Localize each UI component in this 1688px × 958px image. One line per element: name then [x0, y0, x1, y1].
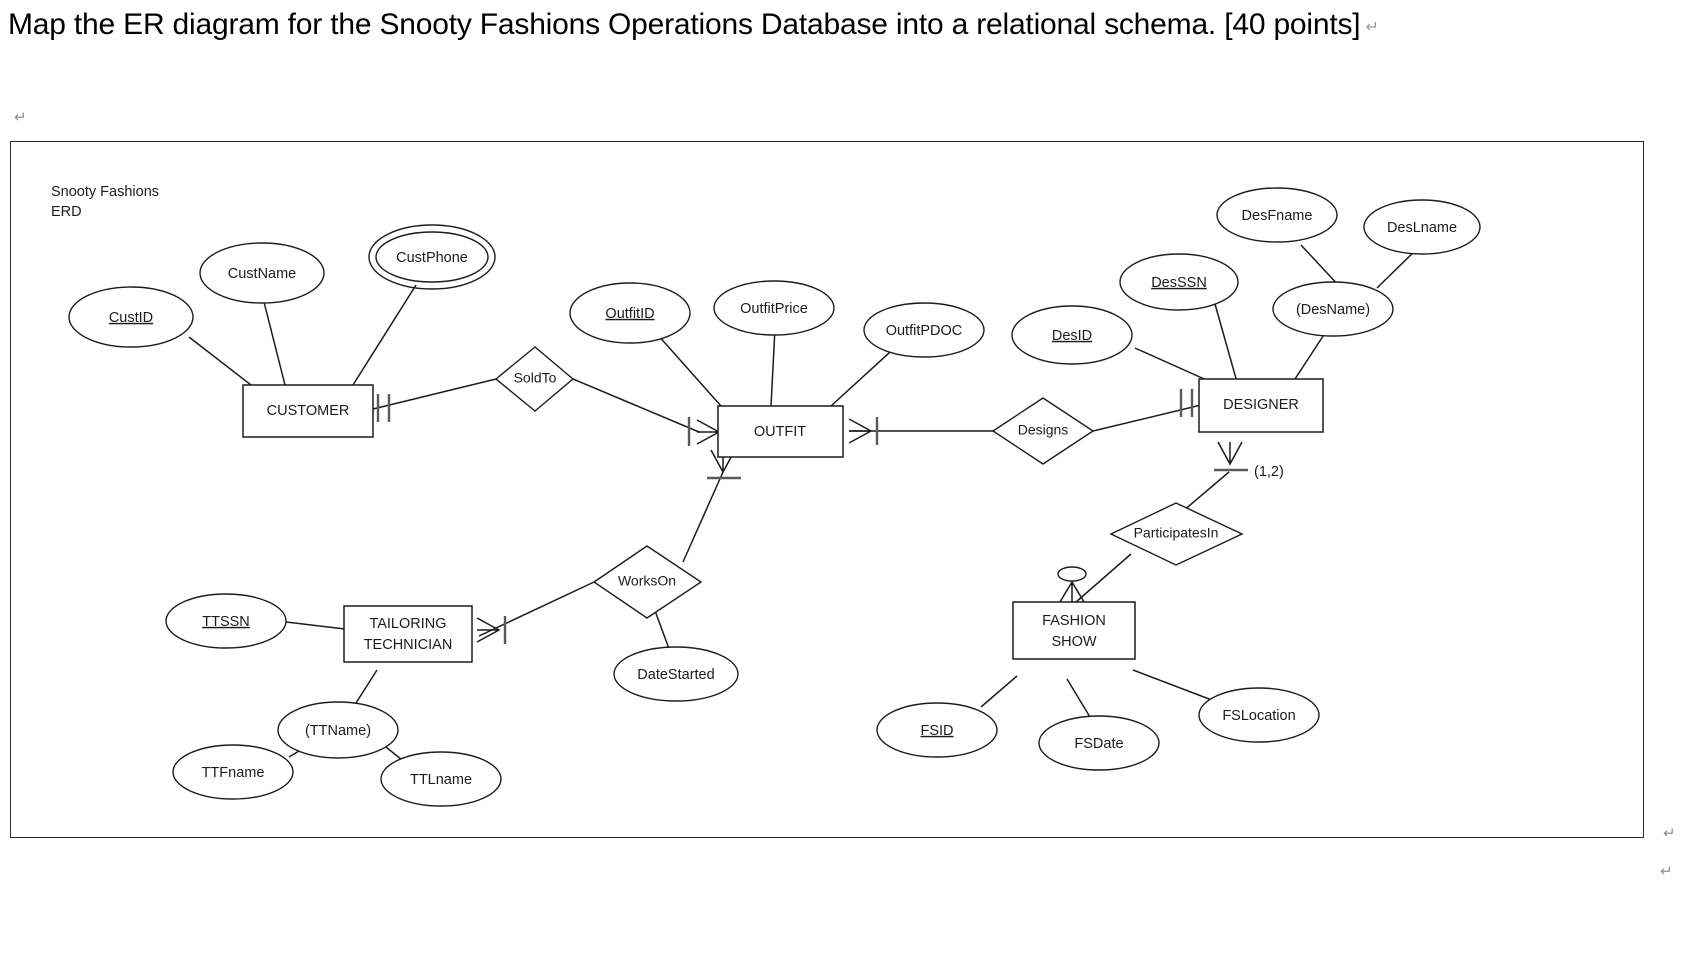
attribute-ttlname-label: TTLname [410, 772, 472, 788]
attribute-ttfname[interactable]: TTFname [172, 744, 294, 800]
entity-outfit[interactable]: OUTFIT [717, 405, 844, 458]
attribute-desssn[interactable]: DesSSN [1119, 253, 1239, 311]
relationship-participatesin-label: ParticipatesIn [1134, 525, 1219, 541]
attribute-outfitpdoc[interactable]: OutfitPDOC [863, 302, 985, 358]
entity-tailoring-technician-label-line2: TECHNICIAN [364, 637, 453, 653]
attribute-ttname-composite[interactable]: (TTName) [277, 701, 399, 759]
entity-fashion-show-label-line2: SHOW [1051, 634, 1096, 650]
entity-customer[interactable]: CUSTOMER [242, 384, 374, 438]
attribute-outfitid[interactable]: OutfitID [569, 282, 691, 344]
attribute-fslocation-label: FSLocation [1222, 708, 1295, 724]
attribute-fsdate-label: FSDate [1074, 736, 1123, 752]
relationship-soldto[interactable]: SoldTo [494, 346, 575, 412]
erd-title-line1: Snooty Fashions [51, 184, 159, 200]
relationship-workson-label: WorksOn [618, 573, 676, 589]
attribute-datestarted[interactable]: DateStarted [613, 646, 739, 702]
pilcrow-mark-frame-right: ↵ [1663, 825, 1676, 842]
attribute-fslocation[interactable]: FSLocation [1198, 687, 1320, 743]
attribute-desid-label: DesID [1052, 328, 1092, 344]
attribute-custid-label: CustID [109, 310, 153, 326]
attribute-desname-composite[interactable]: (DesName) [1272, 281, 1394, 337]
attribute-ttfname-label: TTFname [202, 765, 265, 781]
attribute-custphone-multivalued[interactable]: CustPhone [368, 224, 496, 290]
cardinality-label-1-2: (1,2) [1254, 464, 1284, 480]
cardinality-tailoringtech-workson [476, 616, 507, 644]
entity-designer[interactable]: DESIGNER [1198, 378, 1324, 433]
attribute-desfname[interactable]: DesFname [1216, 187, 1338, 243]
relationship-participatesin[interactable]: ParticipatesIn [1109, 502, 1244, 566]
entity-customer-label: CUSTOMER [267, 403, 350, 419]
attribute-desssn-label: DesSSN [1151, 275, 1207, 291]
attribute-custid[interactable]: CustID [68, 286, 194, 348]
pilcrow-mark-blank-line: ↵ [14, 109, 27, 126]
attribute-outfitid-label: OutfitID [605, 306, 654, 322]
attribute-custname-label: CustName [228, 266, 297, 282]
relationship-soldto-label: SoldTo [514, 370, 557, 386]
attribute-custphone-label: CustPhone [396, 250, 468, 266]
question-text: Map the ER diagram for the Snooty Fashio… [8, 8, 1361, 41]
attribute-ttssn-label: TTSSN [202, 614, 250, 630]
attribute-custname[interactable]: CustName [199, 242, 325, 304]
entity-fashion-show[interactable]: FASHION SHOW [1012, 601, 1136, 660]
entity-tailoring-technician[interactable]: TAILORING TECHNICIAN [343, 605, 473, 663]
page-title: Map the ER diagram for the Snooty Fashio… [8, 2, 1648, 49]
attribute-outfitprice-label: OutfitPrice [740, 301, 808, 317]
attribute-ttlname[interactable]: TTLname [380, 751, 502, 807]
erd-canvas: Snooty Fashions ERD CustID CustName Cust… [51, 184, 1481, 807]
attribute-ttname-label: (TTName) [305, 723, 371, 739]
entity-designer-label: DESIGNER [1223, 397, 1299, 413]
attribute-deslname[interactable]: DesLname [1363, 199, 1481, 255]
attribute-fsid-label: FSID [920, 723, 953, 739]
attribute-outfitpdoc-label: OutfitPDOC [886, 323, 963, 339]
cardinality-designer-designs-one-one [1179, 389, 1194, 417]
attribute-fsid[interactable]: FSID [876, 702, 998, 758]
attribute-datestarted-label: DateStarted [637, 667, 714, 683]
entity-outfit-label: OUTFIT [754, 424, 806, 440]
erd-title-line2: ERD [51, 204, 82, 220]
pilcrow-mark: ↵ [1365, 19, 1379, 36]
pilcrow-mark-bottom: ↵ [1660, 863, 1673, 880]
relationship-designs[interactable]: Designs [991, 397, 1095, 465]
erd-diagram-frame: Snooty Fashions ERD CustID CustName Cust… [10, 141, 1644, 838]
attribute-desid[interactable]: DesID [1011, 305, 1133, 365]
cardinality-designer-participates [1214, 441, 1248, 472]
attribute-ttssn[interactable]: TTSSN [165, 593, 287, 649]
attribute-outfitprice[interactable]: OutfitPrice [713, 280, 835, 336]
attribute-desfname-label: DesFname [1242, 208, 1313, 224]
entity-tailoring-technician-label-line1: TAILORING [369, 616, 446, 632]
cardinality-outfit-soldto-many [687, 417, 721, 446]
entity-fashion-show-label-line1: FASHION [1042, 613, 1106, 629]
attribute-desname-label: (DesName) [1296, 302, 1370, 318]
attribute-fsdate[interactable]: FSDate [1038, 715, 1160, 771]
attribute-deslname-label: DesLname [1387, 220, 1457, 236]
relationship-designs-label: Designs [1018, 422, 1069, 438]
